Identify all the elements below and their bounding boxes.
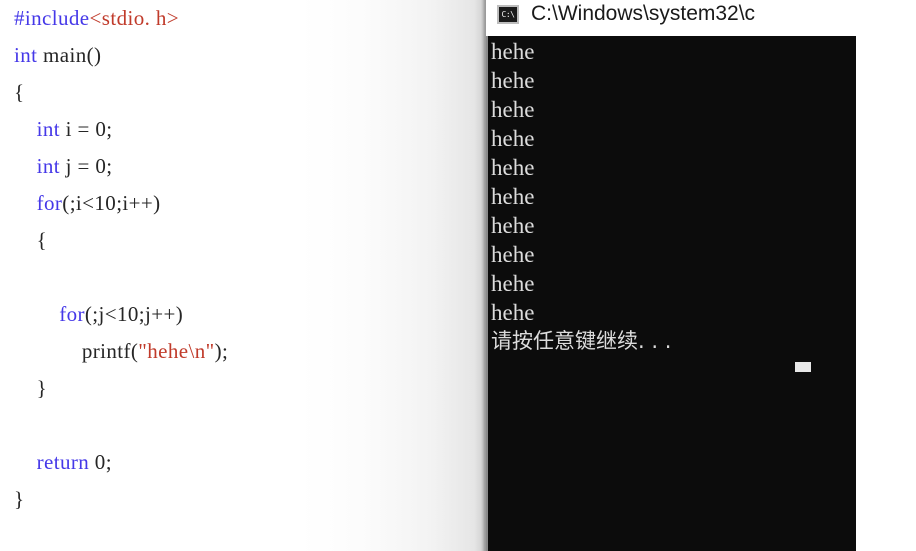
console-text-lines: hehe hehe hehe hehe hehe hehe hehe hehe hehe hehe… [491, 37, 851, 356]
console-output-line: hehe [491, 39, 535, 64]
console-window-title: C:\Windows\system32\c [531, 2, 756, 25]
code-token-plain: ); [214, 339, 229, 363]
source-code-block[interactable]: #include<stdio. h> int main(){ int i = 0;… [0, 0, 486, 518]
code-line: return 0; [0, 444, 486, 481]
console-prompt-line: 请按任意键继续. . . [491, 329, 672, 353]
code-token-pp: #include [14, 6, 90, 30]
code-token-plain: (;i<10;i++) [62, 191, 161, 215]
code-token-plain: 0; [89, 450, 112, 474]
code-line: } [0, 481, 486, 518]
code-line: for(;i<10;i++) [0, 185, 486, 222]
code-editor-pane[interactable]: #include<stdio. h> int main(){ int i = 0;… [0, 0, 486, 551]
console-output-line: hehe [491, 155, 535, 180]
console-output-line: hehe [491, 97, 535, 122]
code-line: int main() [0, 37, 486, 74]
code-line: } [0, 370, 486, 407]
code-token-kw: int [36, 154, 60, 178]
code-token-plain: main() [37, 43, 102, 67]
code-token-plain: { [36, 228, 48, 252]
code-token-plain: printf( [81, 339, 139, 363]
code-line: { [0, 74, 486, 111]
code-token-plain: (;j<10;j++) [84, 302, 184, 326]
code-token-hdr: <stdio. h> [89, 6, 180, 30]
console-output-area[interactable]: hehe hehe hehe hehe hehe hehe hehe hehe hehe hehe… [486, 36, 856, 551]
code-token-plain: { [14, 80, 25, 104]
code-line: printf("hehe\n"); [0, 333, 486, 370]
console-output-line: hehe [491, 184, 535, 209]
console-output-line: hehe [491, 242, 535, 267]
console-output-line: hehe [491, 126, 535, 151]
code-token-plain: } [14, 487, 25, 511]
console-output-line: hehe [491, 271, 535, 296]
code-token-plain: j = 0; [59, 154, 113, 178]
code-line: #include<stdio. h> [0, 0, 486, 37]
code-token-kw: for [59, 302, 85, 326]
code-line: for(;j<10;j++) [0, 296, 486, 333]
console-output-line: hehe [491, 300, 535, 325]
code-line: int i = 0; [0, 111, 486, 148]
code-line: { [0, 222, 486, 259]
code-token-kw: int [14, 43, 38, 67]
console-output-line: hehe [491, 213, 535, 238]
console-cursor-block [795, 362, 811, 372]
code-line: int j = 0; [0, 148, 486, 185]
code-token-kw: for [36, 191, 63, 215]
code-token-plain: i = 0; [59, 117, 113, 141]
console-cmd-icon: C:\ [497, 4, 519, 24]
code-token-kw: int [36, 117, 60, 141]
code-token-plain: } [36, 376, 48, 400]
console-title-bar[interactable]: C:\ C:\Windows\system32\c [486, 0, 916, 36]
code-token-kw: return [36, 450, 90, 474]
code-token-str: "hehe\n" [138, 339, 215, 363]
console-output-line: hehe [491, 68, 535, 93]
screenshot-root: #include<stdio. h> int main(){ int i = 0;… [0, 0, 916, 551]
console-window[interactable]: C:\ C:\Windows\system32\c hehe hehe hehe he… [486, 0, 916, 551]
